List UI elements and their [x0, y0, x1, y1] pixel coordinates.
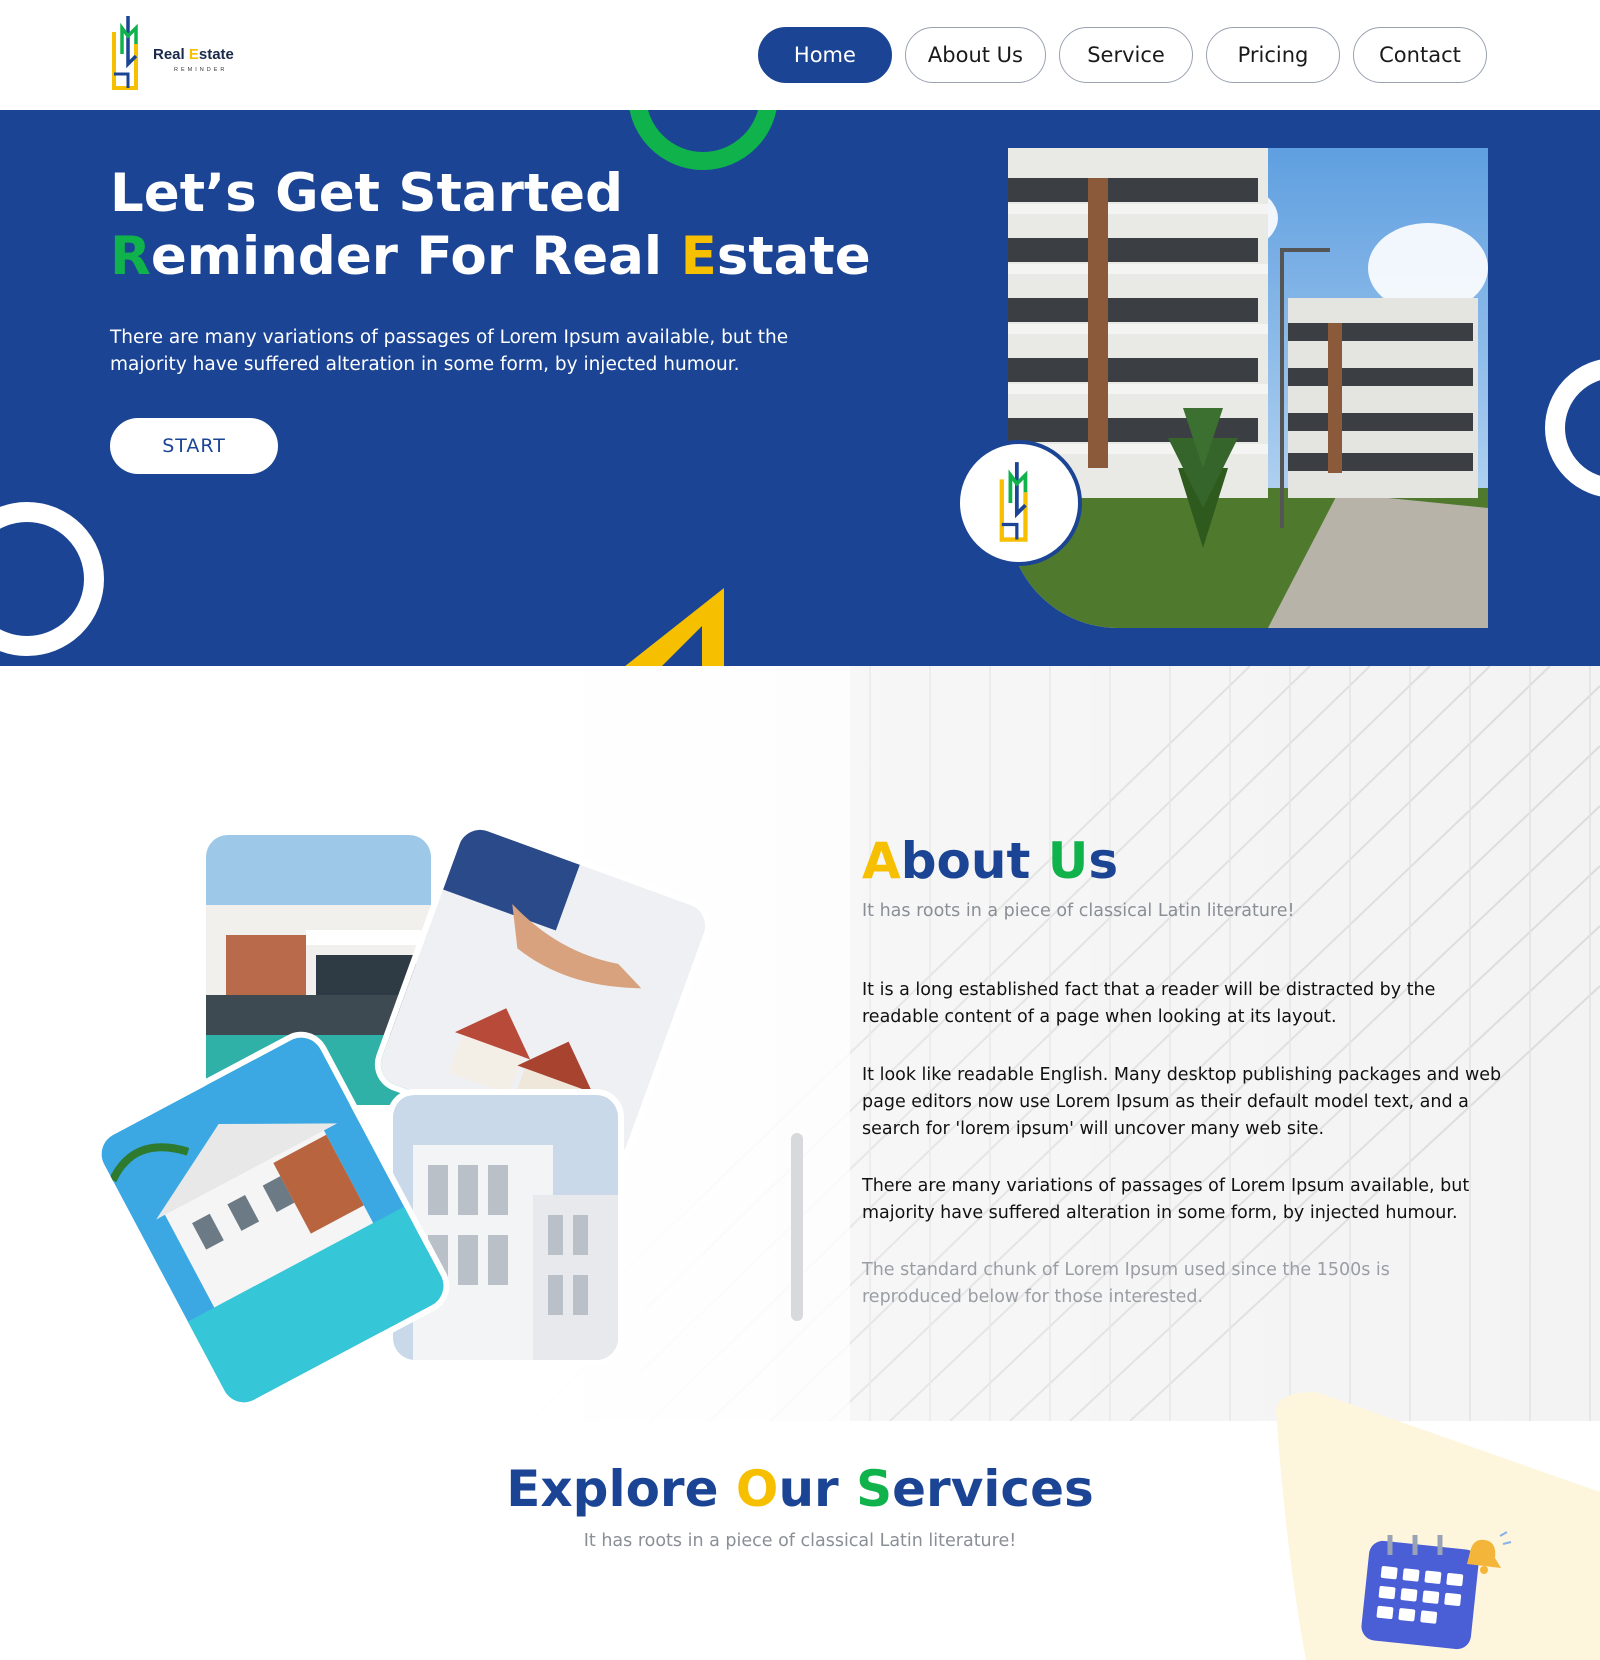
building-logo-icon [112, 16, 138, 90]
brand-name: Real Estate [153, 46, 234, 63]
decorative-white-ring-left [0, 502, 104, 656]
about-paragraph-4: The standard chunk of Lorem Ipsum used s… [862, 1260, 1390, 1307]
explore-services-heading: Explore Our Services [506, 1460, 1094, 1518]
main-nav: Home About Us Service Pricing Contact [757, 27, 1487, 83]
brand-logo[interactable]: Real Estate REMINDER [110, 14, 250, 96]
white-tower-building-image [393, 1095, 618, 1360]
real-estate-logo-icon [956, 440, 1082, 566]
nav-contact[interactable]: Contact [1353, 27, 1487, 83]
hero-section: Let’s Get Started Reminder For Real Esta… [0, 110, 1600, 666]
calendar-bell-icon [1361, 1531, 1512, 1650]
nav-service[interactable]: Service [1059, 27, 1193, 83]
about-paragraph-3: There are many variations of passages of… [862, 1176, 1470, 1223]
about-paragraph-1: It is a long established fact that a rea… [862, 980, 1436, 1027]
decorative-yellow-triangle [625, 588, 724, 666]
hero-title: Let’s Get Started Reminder For Real Esta… [110, 163, 871, 287]
about-subtitle: It has roots in a piece of classical Lat… [862, 901, 1295, 921]
decorative-green-ring [628, 110, 778, 170]
brand-tagline: REMINDER [174, 67, 228, 73]
about-us-heading: About Us [862, 832, 1119, 890]
about-paragraph-2: It look like readable English. Many desk… [862, 1065, 1502, 1139]
decorative-white-ring-right [1545, 358, 1600, 498]
hero-description: There are many variations of passages of… [110, 327, 789, 375]
site-header: Real Estate REMINDER Home About Us Servi… [0, 0, 1600, 110]
nav-home[interactable]: Home [757, 27, 892, 83]
nav-about-us[interactable]: About Us [904, 27, 1046, 83]
hero-building-image [1008, 148, 1488, 628]
about-scrollbar[interactable] [791, 1133, 803, 1321]
start-button[interactable]: START [110, 418, 278, 474]
nav-pricing[interactable]: Pricing [1206, 27, 1340, 83]
